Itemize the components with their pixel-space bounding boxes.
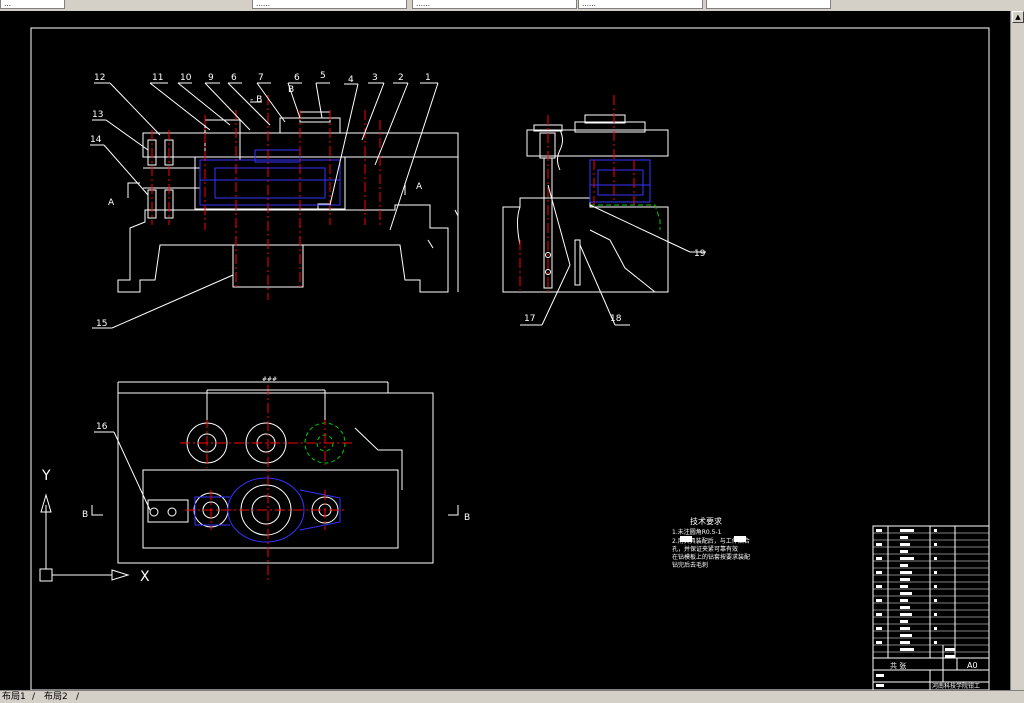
tab-separator: / — [76, 692, 80, 702]
top-view-dims — [91, 389, 459, 516]
svg-text:5: 5 — [320, 71, 326, 81]
drawing-canvas[interactable]: 12 11 10 9 6 7 6 5 4 3 2 1 13 14 15 A A … — [0, 11, 1010, 690]
svg-text:1.未注圆角R0.5-1: 1.未注圆角R0.5-1 — [672, 528, 722, 536]
tab-separator: / — [32, 692, 36, 702]
svg-text:技术要求: 技术要求 — [690, 516, 722, 526]
vertical-scrollbar[interactable]: ▲ — [1010, 11, 1024, 690]
svg-text:X: X — [140, 569, 150, 585]
svg-text:孔，并保证夹紧可靠有效: 孔，并保证夹紧可靠有效 — [672, 545, 738, 553]
svg-text:B: B — [464, 513, 470, 523]
top-view-centerlines — [180, 385, 355, 580]
side-view-labels: 19 17 18 — [524, 249, 706, 324]
section-a-marks — [127, 101, 406, 198]
svg-text:1: 1 — [425, 73, 431, 83]
svg-text:18: 18 — [610, 314, 622, 324]
scroll-up-icon[interactable]: ▲ — [1012, 11, 1024, 23]
front-view-hidden — [199, 149, 341, 206]
cad-drawing: 12 11 10 9 6 7 6 5 4 3 2 1 13 14 15 A A … — [30, 27, 990, 690]
side-view-hidden — [589, 159, 651, 203]
svg-text:钻完后去毛刺: 钻完后去毛刺 — [672, 561, 708, 569]
svg-text:A: A — [108, 198, 115, 208]
plotstyle-combo[interactable] — [706, 0, 831, 9]
ucs-icon — [39, 493, 130, 582]
side-view-green — [590, 204, 661, 230]
svg-text:- B: - B — [250, 95, 262, 105]
svg-text:共 张: 共 张 — [890, 661, 906, 670]
svg-text:2: 2 — [398, 73, 404, 83]
svg-text:11: 11 — [152, 73, 163, 83]
parts-list-rows — [873, 532, 989, 653]
top-view — [117, 381, 434, 564]
svg-text:B: B — [82, 510, 88, 520]
svg-text:19: 19 — [694, 249, 706, 259]
svg-text:10: 10 — [180, 73, 192, 83]
svg-text:17: 17 — [524, 314, 535, 324]
svg-text:A: A — [416, 182, 423, 192]
svg-text:河南科技学院钳工: 河南科技学院钳工 — [932, 682, 980, 690]
layout-tabbar: 布局1 / 布局2 / — [0, 690, 1024, 703]
side-view — [502, 114, 669, 293]
tab-layout2[interactable]: 布局2 — [44, 692, 68, 702]
svg-text:15: 15 — [96, 319, 107, 329]
svg-text:4: 4 — [348, 75, 354, 85]
svg-text:在钻模板上的钻套按要求装配: 在钻模板上的钻套按要求装配 — [672, 553, 750, 561]
svg-text:B: B — [288, 85, 294, 95]
svg-text:14: 14 — [90, 135, 102, 145]
svg-text:###: ### — [262, 376, 277, 383]
layer-combo[interactable]: … — [0, 0, 65, 9]
title-block-text: 共 张 A0 河南科技学院钳工 — [890, 661, 980, 690]
tab-layout1[interactable]: 布局1 — [2, 692, 26, 702]
svg-text:6: 6 — [294, 73, 300, 83]
svg-text:6: 6 — [231, 73, 237, 83]
svg-text:7: 7 — [258, 73, 264, 83]
lineweight-combo[interactable]: …… — [578, 0, 703, 9]
tech-requirements: 技术要求 1.未注圆角R0.5-1 2.用夹具装配后，与工件贴合 孔，并保证夹紧… — [672, 516, 750, 569]
svg-text:12: 12 — [94, 73, 105, 83]
svg-text:9: 9 — [208, 73, 214, 83]
svg-text:3: 3 — [372, 73, 378, 83]
ucs-labels: Y X — [41, 468, 150, 585]
svg-text:13: 13 — [92, 110, 103, 120]
color-combo[interactable]: …… — [252, 0, 407, 9]
svg-text:A0: A0 — [967, 661, 978, 670]
svg-text:Y: Y — [41, 468, 51, 484]
svg-text:16: 16 — [96, 422, 108, 432]
drawing-frame — [30, 27, 990, 690]
linetype-combo[interactable]: …… — [412, 0, 577, 9]
